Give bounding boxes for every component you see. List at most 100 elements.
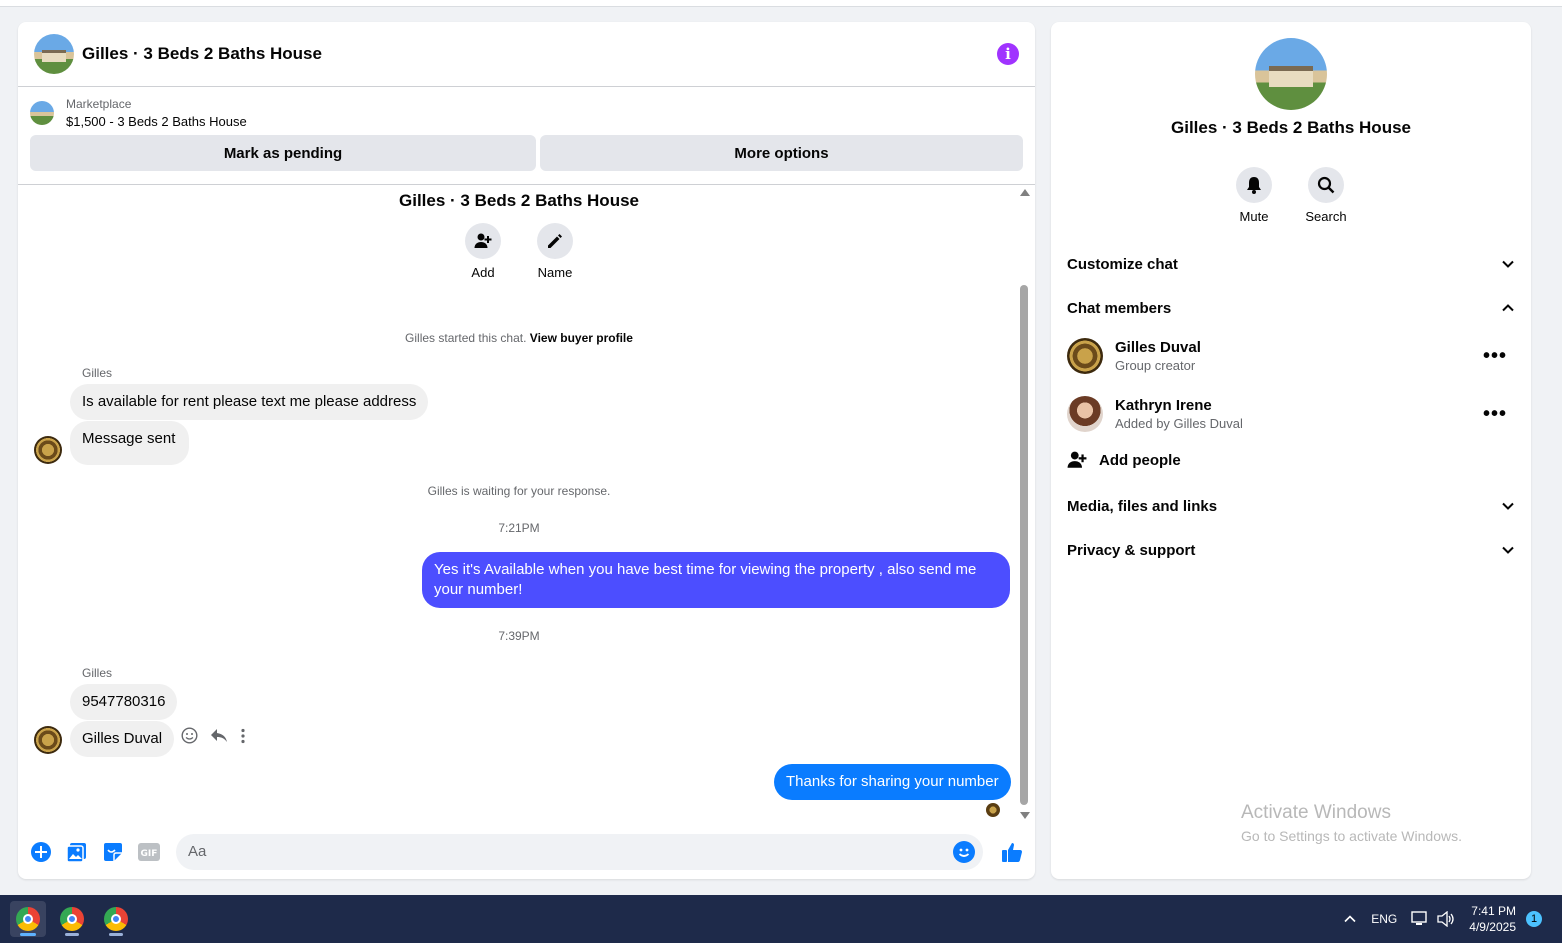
mute-label: Mute bbox=[1239, 209, 1269, 224]
more-horizontal-icon[interactable]: ••• bbox=[1483, 404, 1507, 424]
customize-chat-section[interactable]: Customize chat bbox=[1067, 252, 1515, 276]
taskbar-chrome-1[interactable] bbox=[10, 901, 46, 937]
scroll-down-arrow[interactable] bbox=[1020, 812, 1030, 819]
gilles-avatar[interactable] bbox=[34, 436, 62, 464]
chat-info-panel: Gilles · 3 Beds 2 Baths House Mute Searc… bbox=[1051, 22, 1531, 879]
outgoing-message[interactable]: Thanks for sharing your number bbox=[774, 764, 1011, 800]
chat-members-section[interactable]: Chat members bbox=[1067, 296, 1515, 320]
member-role: Added by Gilles Duval bbox=[1115, 416, 1243, 431]
mute-action[interactable]: Mute bbox=[1236, 167, 1272, 224]
gif-icon[interactable]: GIF bbox=[138, 841, 160, 863]
taskbar-chrome-3[interactable] bbox=[98, 901, 134, 937]
incoming-message[interactable]: 9547780316 bbox=[70, 684, 178, 720]
outgoing-message[interactable]: Yes it's Available when you have best ti… bbox=[422, 552, 1010, 608]
windows-taskbar: ENG 7:41 PM 4/9/2025 1 bbox=[0, 895, 1562, 943]
system-tray: ENG 7:41 PM 4/9/2025 1 bbox=[1343, 895, 1562, 943]
message-actions bbox=[181, 727, 246, 744]
media-files-links-section[interactable]: Media, files and links bbox=[1067, 494, 1515, 518]
incoming-message[interactable]: Gilles Duval bbox=[70, 721, 175, 757]
chevron-up-icon bbox=[1502, 304, 1514, 312]
media-files-links-label: Media, files and links bbox=[1067, 497, 1218, 515]
timestamp: 7:39PM bbox=[498, 629, 540, 643]
scroll-thumb[interactable] bbox=[1020, 285, 1028, 805]
marketplace-banner: Marketplace $1,500 - 3 Beds 2 Baths Hous… bbox=[18, 87, 1035, 171]
activate-windows-watermark: Activate Windows Go to Settings to activ… bbox=[1241, 802, 1462, 844]
add-member-action[interactable]: Add bbox=[465, 223, 501, 280]
timestamp: 7:21PM bbox=[498, 521, 540, 535]
gilles-avatar[interactable] bbox=[34, 726, 62, 754]
view-buyer-profile-link[interactable]: View buyer profile bbox=[530, 331, 633, 345]
chevron-up-icon[interactable] bbox=[1343, 912, 1357, 926]
chat-header: Gilles · 3 Beds 2 Baths House i bbox=[18, 22, 1035, 87]
message-input-placeholder: Aa bbox=[188, 843, 207, 860]
volume-icon[interactable] bbox=[1437, 911, 1455, 927]
svg-text:GIF: GIF bbox=[141, 849, 158, 859]
privacy-support-label: Privacy & support bbox=[1067, 541, 1196, 559]
network-icon[interactable] bbox=[1411, 911, 1429, 927]
add-people-button[interactable]: Add people bbox=[1067, 450, 1181, 470]
sticker-icon[interactable] bbox=[102, 841, 124, 863]
message-input[interactable]: Aa bbox=[176, 833, 983, 870]
member-avatar[interactable] bbox=[1067, 338, 1103, 374]
watermark-subtitle: Go to Settings to activate Windows. bbox=[1241, 828, 1462, 844]
listing-thumbnail[interactable] bbox=[30, 101, 54, 125]
started-text: Gilles started this chat. bbox=[405, 331, 527, 345]
chat-avatar[interactable] bbox=[34, 34, 74, 74]
mark-as-pending-button[interactable]: Mark as pending bbox=[30, 135, 536, 171]
message-scrollbar[interactable] bbox=[1019, 189, 1030, 819]
open-indicator bbox=[109, 933, 123, 936]
chevron-down-icon bbox=[1502, 502, 1514, 510]
chevron-down-icon bbox=[1502, 546, 1514, 554]
chat-panel: Gilles · 3 Beds 2 Baths House i Marketpl… bbox=[18, 22, 1035, 879]
search-action[interactable]: Search bbox=[1305, 167, 1347, 224]
waiting-notice: Gilles is waiting for your response. bbox=[427, 484, 611, 498]
clock-date: 4/9/2025 bbox=[1469, 920, 1516, 934]
watermark-title: Activate Windows bbox=[1241, 802, 1391, 823]
reply-icon[interactable] bbox=[210, 728, 228, 744]
add-label: Add bbox=[471, 265, 495, 280]
listing-title[interactable]: $1,500 - 3 Beds 2 Baths House bbox=[66, 114, 247, 129]
search-icon bbox=[1308, 167, 1344, 203]
privacy-support-section[interactable]: Privacy & support bbox=[1067, 538, 1515, 562]
member-avatar[interactable] bbox=[1067, 396, 1103, 432]
bell-icon bbox=[1236, 167, 1272, 203]
browser-top-strip bbox=[0, 0, 1562, 7]
language-indicator[interactable]: ENG bbox=[1371, 912, 1397, 926]
like-icon[interactable] bbox=[1001, 841, 1023, 863]
chat-members-label: Chat members bbox=[1067, 299, 1172, 317]
chat-title[interactable]: Gilles · 3 Beds 2 Baths House bbox=[82, 44, 322, 64]
info-icon[interactable]: i bbox=[997, 43, 1019, 65]
clock[interactable]: 7:41 PM 4/9/2025 bbox=[1469, 903, 1516, 935]
add-person-icon bbox=[465, 223, 501, 259]
more-options-button[interactable]: More options bbox=[540, 135, 1023, 171]
message-sender: Gilles bbox=[82, 366, 113, 380]
incoming-message[interactable]: Is available for rent please text me ple… bbox=[70, 384, 429, 420]
seen-by-avatar bbox=[986, 803, 1000, 817]
photo-icon[interactable] bbox=[66, 841, 88, 863]
notification-badge[interactable]: 1 bbox=[1526, 911, 1542, 927]
group-avatar[interactable] bbox=[1255, 38, 1327, 110]
pencil-icon bbox=[537, 223, 573, 259]
chrome-icon bbox=[104, 907, 128, 931]
add-people-label: Add people bbox=[1099, 451, 1181, 469]
chat-started-notice: Gilles started this chat. View buyer pro… bbox=[18, 331, 1020, 345]
message-composer: GIF Aa bbox=[18, 824, 1035, 879]
name-label: Name bbox=[537, 265, 573, 280]
member-row[interactable]: Kathryn Irene Added by Gilles Duval ••• bbox=[1067, 394, 1515, 434]
emoji-icon[interactable] bbox=[953, 840, 975, 863]
more-horizontal-icon[interactable]: ••• bbox=[1483, 346, 1507, 366]
plus-icon[interactable] bbox=[30, 841, 52, 863]
taskbar-chrome-2[interactable] bbox=[54, 901, 90, 937]
incoming-message[interactable]: Message sent bbox=[70, 421, 190, 465]
member-name: Gilles Duval bbox=[1115, 339, 1201, 356]
more-vertical-icon[interactable] bbox=[240, 728, 246, 744]
scroll-up-arrow[interactable] bbox=[1020, 189, 1030, 196]
member-row[interactable]: Gilles Duval Group creator ••• bbox=[1067, 336, 1515, 376]
message-list[interactable]: Gilles · 3 Beds 2 Baths House Add Name G… bbox=[18, 184, 1035, 824]
member-role: Group creator bbox=[1115, 358, 1196, 373]
add-person-icon bbox=[1067, 451, 1087, 468]
react-icon[interactable] bbox=[181, 727, 198, 744]
chrome-icon bbox=[60, 907, 84, 931]
name-chat-action[interactable]: Name bbox=[537, 223, 573, 280]
message-sender: Gilles bbox=[82, 666, 113, 680]
